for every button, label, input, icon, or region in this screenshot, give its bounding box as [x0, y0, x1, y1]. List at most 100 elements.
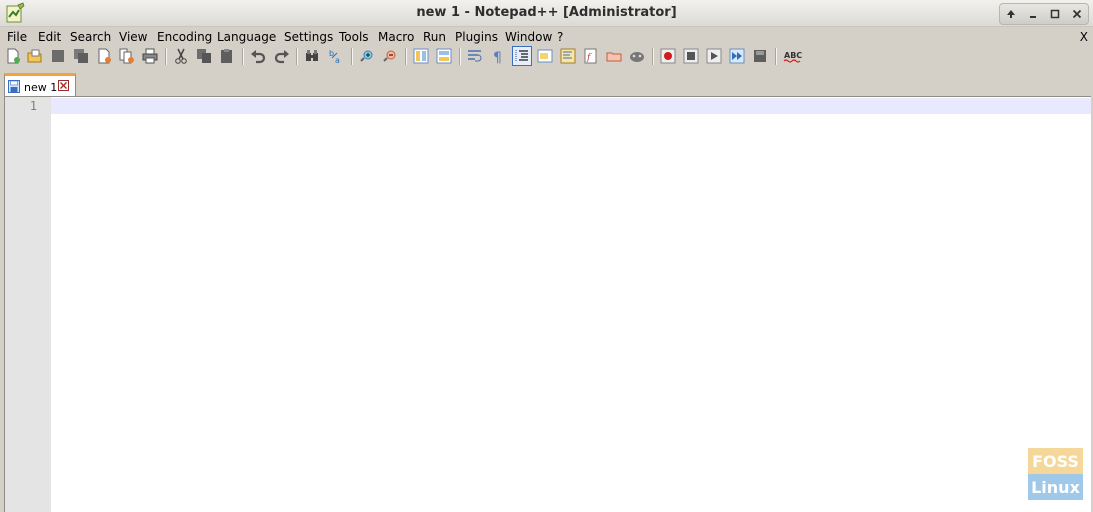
save-macro-icon: [754, 50, 766, 62]
save-all-button[interactable]: [72, 47, 90, 65]
current-line-highlight: [51, 98, 1091, 114]
show-all-chars-icon: ¶: [493, 50, 502, 64]
save-macro-button[interactable]: [751, 47, 769, 65]
redo-icon: [274, 50, 289, 64]
document-map-button[interactable]: [559, 47, 577, 65]
tab-close-icon[interactable]: [58, 80, 69, 91]
sync-horizontal-button[interactable]: [435, 47, 453, 65]
undo-button[interactable]: [249, 47, 267, 65]
tab-new-1[interactable]: new 1: [4, 73, 76, 98]
copy-button[interactable]: [195, 47, 213, 65]
paste-icon: [221, 49, 232, 63]
spell-check-icon: ABC: [783, 51, 802, 63]
menu-plugins[interactable]: Plugins: [455, 30, 498, 44]
monitoring-button[interactable]: [628, 47, 646, 65]
line-number: 1: [29, 99, 37, 113]
stop-macro-icon: [683, 48, 699, 64]
line-number-gutter: 1: [5, 97, 51, 512]
document-map-icon: [560, 48, 576, 64]
editor-area[interactable]: 1: [4, 96, 1091, 512]
open-file-icon: [27, 49, 42, 63]
window-title: new 1 - Notepad++ [Administrator]: [416, 5, 677, 20]
menu-view[interactable]: View: [119, 30, 147, 44]
close-document-button[interactable]: X: [1080, 30, 1088, 44]
new-file-icon: [7, 48, 20, 64]
play-macro-button[interactable]: [705, 47, 723, 65]
record-macro-icon: [660, 48, 676, 64]
save-all-icon: [74, 49, 88, 63]
arrow-up-icon: [1007, 10, 1015, 18]
user-defined-language-button[interactable]: [536, 47, 554, 65]
cut-button[interactable]: [172, 47, 190, 65]
monitoring-icon: [630, 52, 644, 62]
show-all-characters-button[interactable]: ¶: [489, 47, 507, 65]
menu-tools[interactable]: Tools: [339, 30, 369, 44]
cut-icon: [175, 48, 187, 64]
replace-icon: ba: [329, 49, 340, 64]
zoom-in-icon: [360, 50, 373, 62]
undo-icon: [251, 50, 266, 64]
window-shade-button[interactable]: [1000, 4, 1022, 24]
toolbar-separator: [405, 48, 407, 65]
close-file-icon: [98, 48, 111, 64]
menu-help[interactable]: ?: [557, 30, 563, 44]
paste-button[interactable]: [218, 47, 236, 65]
menu-file[interactable]: File: [7, 30, 27, 44]
close-button[interactable]: [95, 47, 113, 65]
toolbar-separator: [459, 48, 461, 65]
save-button[interactable]: [49, 47, 67, 65]
find-button[interactable]: [303, 47, 321, 65]
redo-button[interactable]: [273, 47, 291, 65]
open-file-button[interactable]: [26, 47, 44, 65]
menu-settings[interactable]: Settings: [284, 30, 333, 44]
close-all-icon: [119, 48, 134, 64]
document-saved-icon: [8, 80, 20, 93]
menu-bar: File Edit Search View Encoding Language …: [0, 28, 1093, 46]
folder-as-workspace-icon: [606, 52, 622, 62]
zoom-in-button[interactable]: [358, 47, 376, 65]
title-bar: new 1 - Notepad++ [Administrator]: [0, 0, 1093, 27]
function-list-icon: f: [584, 48, 597, 64]
toolbar-separator: [165, 48, 167, 65]
close-all-button[interactable]: [118, 47, 136, 65]
stop-macro-button[interactable]: [682, 47, 700, 65]
record-macro-button[interactable]: [659, 47, 677, 65]
toolbar-separator: [775, 48, 777, 65]
maximize-icon: [1050, 9, 1060, 19]
print-button[interactable]: [141, 47, 159, 65]
menu-language[interactable]: Language: [217, 30, 276, 44]
print-icon: [142, 48, 158, 64]
indent-guide-button[interactable]: [512, 46, 532, 66]
minimize-button[interactable]: [1022, 4, 1044, 24]
toolbar-separator: [242, 48, 244, 65]
save-icon: [52, 50, 64, 62]
zoom-out-button[interactable]: [381, 47, 399, 65]
play-macro-icon: [706, 48, 722, 64]
svg-text:¶: ¶: [493, 50, 502, 64]
word-wrap-button[interactable]: [466, 47, 484, 65]
sync-vertical-button[interactable]: [412, 47, 430, 65]
word-wrap-icon: [468, 50, 482, 62]
function-list-button[interactable]: f: [582, 47, 600, 65]
menu-search[interactable]: Search: [70, 30, 111, 44]
indent-guide-icon: [515, 50, 528, 62]
toolbar: ba ¶ f ABC: [2, 46, 1092, 68]
sync-vertical-icon: [413, 48, 429, 64]
run-macro-multiple-icon: [729, 48, 745, 64]
tab-bar: new 1: [0, 70, 1093, 98]
zoom-out-icon: [383, 50, 396, 62]
maximize-button[interactable]: [1044, 4, 1066, 24]
folder-as-workspace-button[interactable]: [605, 47, 623, 65]
replace-button[interactable]: ba: [327, 47, 345, 65]
menu-window[interactable]: Window: [505, 30, 552, 44]
new-file-button[interactable]: [4, 47, 22, 65]
close-icon: [1072, 9, 1082, 19]
menu-macro[interactable]: Macro: [378, 30, 414, 44]
close-window-button[interactable]: [1066, 4, 1088, 24]
menu-encoding[interactable]: Encoding: [157, 30, 212, 44]
menu-edit[interactable]: Edit: [38, 30, 61, 44]
svg-text:ABC: ABC: [784, 51, 802, 60]
spell-check-button[interactable]: ABC: [782, 47, 804, 65]
run-macro-multiple-button[interactable]: [728, 47, 746, 65]
menu-run[interactable]: Run: [423, 30, 446, 44]
